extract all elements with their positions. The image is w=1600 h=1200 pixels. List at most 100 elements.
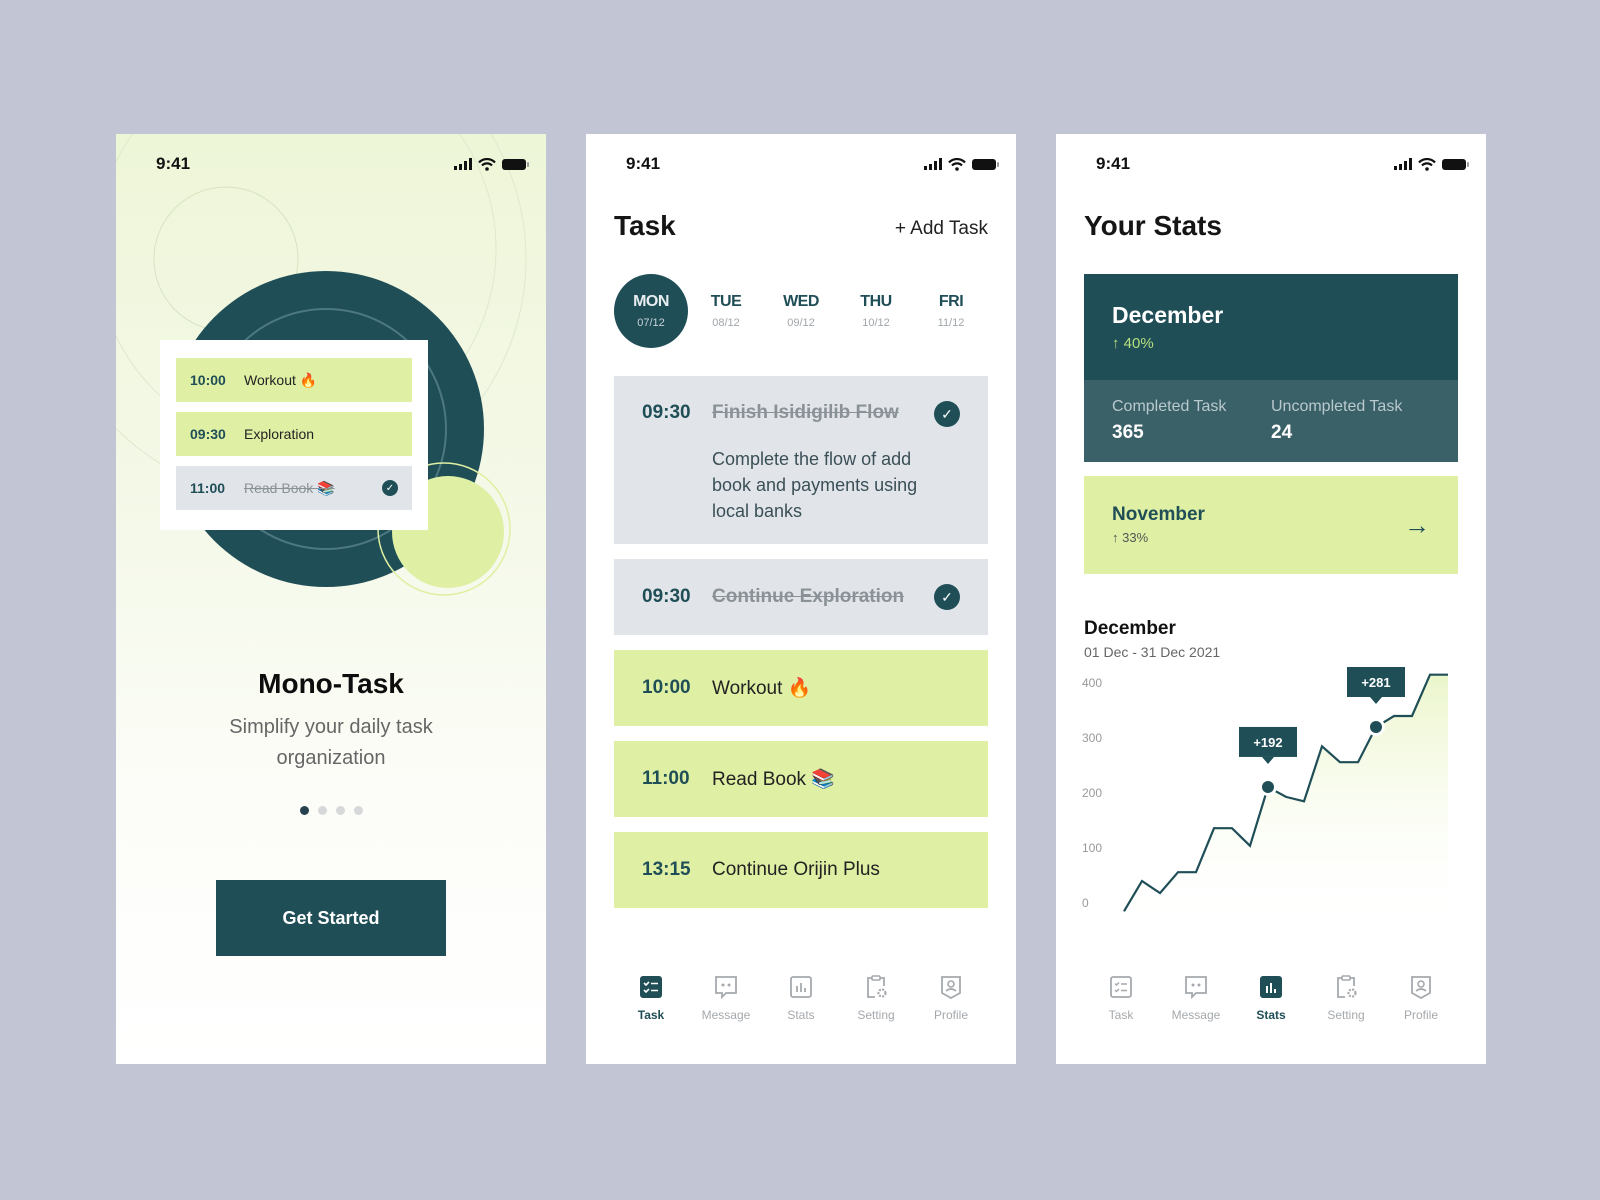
- battery-icon: [1442, 158, 1469, 170]
- check-icon[interactable]: ✓: [934, 401, 960, 427]
- day-mon[interactable]: MON 07/12: [614, 274, 688, 348]
- nav-stats[interactable]: Stats: [1234, 974, 1308, 1022]
- app-title: Mono-Task: [258, 668, 404, 699]
- profile-icon: [941, 976, 961, 1000]
- nav-task[interactable]: Task: [614, 974, 688, 1022]
- data-label: +192: [1253, 735, 1282, 750]
- bottom-nav: Task Message Stats Setting Profile: [1084, 974, 1458, 1022]
- nav-label: Setting: [1327, 1008, 1365, 1022]
- stat-label: Uncompleted Task: [1271, 398, 1403, 415]
- status-bar: 9:41: [156, 152, 529, 176]
- day-wed[interactable]: WED 09/12: [764, 274, 838, 348]
- wifi-icon: [948, 157, 966, 171]
- nav-label: Profile: [933, 1008, 968, 1022]
- previous-month-card[interactable]: November ↑ 33% →: [1084, 476, 1458, 574]
- nav-label: Profile: [1403, 1008, 1438, 1022]
- day-tue[interactable]: TUE 08/12: [689, 274, 763, 348]
- task-name: Continue Exploration: [712, 586, 905, 607]
- nav-message[interactable]: Message: [1159, 974, 1233, 1022]
- nav-message[interactable]: Message: [689, 974, 763, 1022]
- data-label-pointer: [1262, 756, 1274, 764]
- add-task-button[interactable]: + Add Task: [895, 218, 988, 240]
- preview-task-card: 10:00 Workout 🔥 09:30 Exploration 11:00 …: [160, 340, 428, 530]
- nav-task[interactable]: Task: [1084, 974, 1158, 1022]
- day-name: THU: [860, 293, 892, 310]
- task-name: Read Book 📚: [244, 479, 335, 496]
- day-name: FRI: [938, 293, 964, 310]
- day-thu[interactable]: THU 10/12: [839, 274, 913, 348]
- task-item[interactable]: 09:30 Finish Isidigilib Flow Complete th…: [614, 376, 988, 544]
- task-time: 10:00: [190, 372, 226, 388]
- day-name: MON: [633, 293, 669, 310]
- preview-task: 11:00 Read Book 📚 ✓: [176, 466, 412, 510]
- day-date: 08/12: [712, 317, 740, 329]
- chart-title: December: [1084, 618, 1176, 639]
- task-name: Workout 🔥: [712, 678, 812, 699]
- progress-chart: 400 300 200 100 0 +192 +281: [1082, 667, 1448, 934]
- task-name: Finish Isidigilib Flow: [712, 402, 899, 423]
- y-tick-label: 200: [1082, 786, 1102, 800]
- uncompleted-stat: Uncompleted Task 24: [1271, 398, 1430, 462]
- y-tick-label: 0: [1082, 896, 1089, 910]
- page-indicator: [116, 806, 546, 815]
- month-change: ↑ 33%: [1112, 530, 1149, 545]
- chart-range: 01 Dec - 31 Dec 2021: [1084, 644, 1221, 660]
- check-icon[interactable]: ✓: [934, 584, 960, 610]
- day-date: 07/12: [637, 317, 665, 329]
- data-point: [1370, 721, 1382, 733]
- stat-value: 24: [1271, 422, 1293, 443]
- month-name: November: [1112, 504, 1205, 525]
- task-list: 09:30 Finish Isidigilib Flow Complete th…: [614, 376, 988, 923]
- nav-profile[interactable]: Profile: [1384, 974, 1458, 1022]
- wifi-icon: [478, 157, 496, 171]
- task-name: Continue Orijin Plus: [712, 859, 880, 880]
- completed-stat: Completed Task 365: [1112, 398, 1271, 462]
- nav-stats[interactable]: Stats: [764, 974, 838, 1022]
- arrow-right-icon[interactable]: →: [1404, 510, 1430, 541]
- nav-label: Setting: [857, 1008, 895, 1022]
- day-fri[interactable]: FRI 11/12: [914, 274, 988, 348]
- stat-value: 365: [1112, 422, 1144, 443]
- stats-icon: [1260, 976, 1282, 998]
- task-name: Workout 🔥: [244, 371, 318, 388]
- page-dot-active[interactable]: [299, 806, 309, 815]
- current-month-card[interactable]: December ↑ 40% Completed Task 365 Uncomp…: [1084, 274, 1458, 462]
- task-item[interactable]: 10:00 Workout 🔥: [614, 650, 988, 726]
- message-icon: [1185, 976, 1207, 1000]
- chart-area: [1124, 674, 1448, 934]
- day-date: 09/12: [787, 317, 815, 329]
- signal-icon: [1394, 158, 1412, 170]
- preview-task: 10:00 Workout 🔥: [176, 358, 412, 402]
- task-item[interactable]: 11:00 Read Book 📚: [614, 741, 988, 817]
- task-screen: 9:41 Task + Add Task MON 07/12 TUE 08/12…: [586, 134, 1016, 1064]
- check-icon: ✓: [382, 480, 398, 496]
- page-dot[interactable]: [335, 806, 345, 815]
- nav-label: Message: [701, 1008, 751, 1022]
- day-selector: MON 07/12 TUE 08/12 WED 09/12 THU 10/12 …: [614, 274, 988, 348]
- preview-task: 09:30 Exploration: [176, 412, 412, 456]
- nav-profile[interactable]: Profile: [914, 974, 988, 1022]
- task-item[interactable]: 13:15 Continue Orijin Plus: [614, 832, 988, 908]
- nav-label: Message: [1171, 1008, 1221, 1022]
- task-time: 09:30: [190, 426, 226, 442]
- task-description: Complete the flow of add book and paymen…: [712, 449, 918, 521]
- nav-setting[interactable]: Setting: [1309, 974, 1383, 1022]
- setting-icon: [867, 975, 887, 998]
- page-dot[interactable]: [317, 806, 327, 815]
- stat-label: Completed Task: [1112, 398, 1227, 415]
- task-time: 11:00: [190, 480, 226, 496]
- task-item[interactable]: 09:30 Continue Exploration ✓: [614, 559, 988, 635]
- page-dot[interactable]: [353, 806, 363, 815]
- task-name: Read Book 📚: [712, 769, 835, 790]
- task-list-icon: [1110, 976, 1132, 998]
- get-started-button[interactable]: Get Started: [216, 880, 446, 956]
- page-title: Task: [614, 210, 676, 241]
- status-time: 9:41: [156, 154, 191, 173]
- setting-icon: [1337, 975, 1357, 998]
- status-time: 9:41: [626, 154, 661, 173]
- nav-setting[interactable]: Setting: [839, 974, 913, 1022]
- month-change: ↑ 40%: [1112, 335, 1154, 352]
- nav-label: Stats: [1256, 1008, 1286, 1022]
- task-list-icon: [640, 976, 662, 998]
- day-name: TUE: [710, 293, 742, 310]
